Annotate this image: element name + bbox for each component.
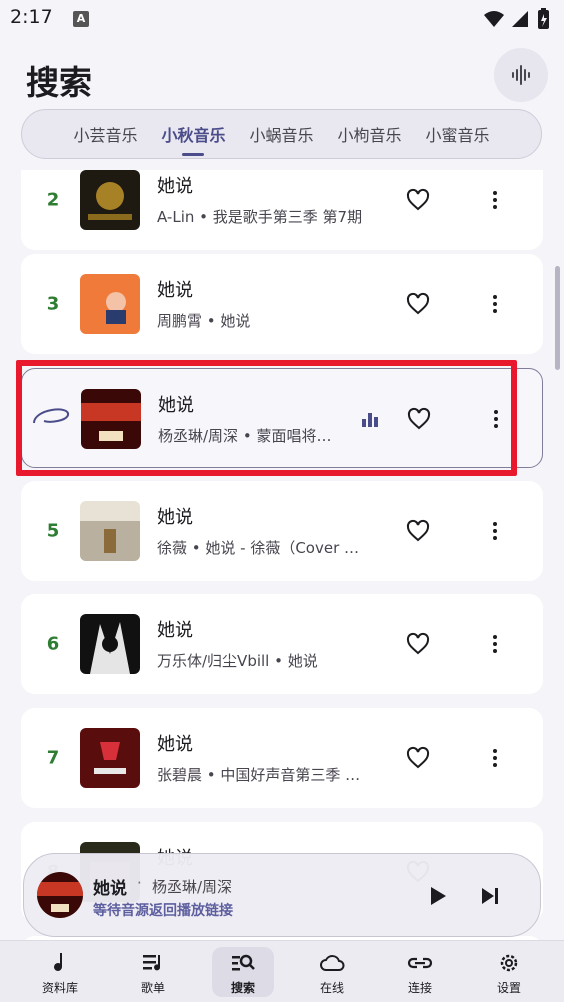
nav-library[interactable]: 资料库 (29, 947, 91, 997)
heart-icon[interactable] (406, 292, 430, 316)
mini-player-separator: · (137, 874, 142, 892)
nav-search[interactable]: 搜索 (212, 947, 274, 997)
song-row-playing[interactable]: 她说 杨丞琳/周深 • 蒙面唱将… (21, 368, 543, 468)
song-cover (80, 501, 140, 561)
song-subtitle: 周鹏霄 • 她说 (157, 312, 251, 330)
more-options-icon[interactable] (483, 292, 507, 316)
nav-label: 歌单 (140, 981, 165, 995)
song-title: 她说 (157, 507, 193, 528)
song-cover (80, 728, 140, 788)
status-icons (484, 8, 549, 29)
more-options-icon[interactable] (483, 746, 507, 770)
heart-icon[interactable] (406, 746, 430, 770)
playlist-icon (143, 955, 161, 971)
tab-xiaomi[interactable]: 小蜜音乐 (426, 118, 490, 150)
song-title: 她说 (157, 176, 193, 197)
more-options-icon[interactable] (483, 632, 507, 656)
nav-label: 设置 (496, 981, 521, 995)
song-cover (80, 274, 140, 334)
heart-icon[interactable] (406, 519, 430, 543)
tab-xiaowo[interactable]: 小蜗音乐 (249, 118, 313, 150)
mini-player[interactable]: 她说 · 杨丞琳/周深 等待音源返回播放链接 (23, 853, 541, 937)
link-icon (407, 957, 433, 969)
song-subtitle: 杨丞琳/周深 • 蒙面唱将… (158, 427, 332, 445)
cloud-icon (320, 955, 345, 971)
song-subtitle: 万乐体/归尘Vbill • 她说 (157, 652, 318, 670)
song-row[interactable]: 3 她说 周鹏霄 • 她说 (21, 254, 543, 354)
music-note-icon (54, 953, 62, 971)
song-index: 2 (46, 189, 60, 211)
song-title: 她说 (157, 620, 193, 641)
heart-icon[interactable] (407, 407, 431, 431)
song-cover (80, 170, 140, 230)
mini-player-status: 等待音源返回播放链接 (93, 903, 233, 919)
nav-connect[interactable]: 连接 (389, 947, 451, 997)
song-subtitle: 张碧晨 • 中国好声音第三季 … (157, 766, 361, 784)
song-index: 5 (46, 520, 60, 542)
scrollbar[interactable] (555, 266, 560, 370)
play-icon[interactable] (424, 883, 450, 909)
status-bar: 2:17 A (0, 0, 564, 40)
song-row[interactable]: 5 她说 徐薇 • 她说 - 徐薇（Cover … (21, 481, 543, 581)
voice-search-button[interactable] (494, 48, 548, 102)
bottom-nav: 资料库 歌单 搜索 在线 连接 设置 (0, 940, 564, 1002)
song-row[interactable]: 6 她说 万乐体/归尘Vbill • 她说 (21, 594, 543, 694)
page-title: 搜索 (26, 63, 92, 102)
song-list: 2 她说 A-Lin • 我是歌手第三季 第7期 3 她说 周鹏霄 • 她说 她… (0, 170, 564, 940)
more-options-icon[interactable] (483, 519, 507, 543)
song-subtitle: A-Lin • 我是歌手第三季 第7期 (157, 208, 363, 226)
song-index: 7 (46, 747, 60, 769)
equalizer-icon (362, 413, 378, 427)
nav-label: 在线 (319, 981, 344, 995)
song-index: 6 (46, 633, 60, 655)
wifi-icon (484, 11, 504, 27)
nav-playlist[interactable]: 歌单 (122, 947, 184, 997)
song-title: 她说 (158, 395, 194, 416)
tab-xiaoyun[interactable]: 小芸音乐 (73, 118, 137, 150)
song-title: 她说 (157, 734, 193, 755)
status-time: 2:17 (10, 6, 53, 28)
gear-icon (500, 954, 518, 972)
song-title: 她说 (157, 280, 193, 301)
heart-icon[interactable] (406, 188, 430, 212)
more-options-icon[interactable] (484, 407, 508, 431)
mini-player-artist: 杨丞琳/周深 (152, 878, 233, 896)
playing-indicator-icon (33, 408, 69, 424)
nav-online[interactable]: 在线 (301, 947, 363, 997)
song-row[interactable]: 7 她说 张碧晨 • 中国好声音第三季 … (21, 708, 543, 808)
song-row[interactable]: 2 她说 A-Lin • 我是歌手第三季 第7期 (21, 170, 543, 250)
mini-player-cover (37, 872, 83, 918)
tab-xiaoqiu[interactable]: 小秋音乐 (161, 118, 225, 156)
song-index: 3 (46, 293, 60, 315)
heart-icon[interactable] (406, 632, 430, 656)
song-cover (80, 614, 140, 674)
more-options-icon[interactable] (483, 188, 507, 212)
nav-label: 连接 (407, 981, 432, 995)
mini-player-title: 她说 (93, 879, 127, 899)
notification-icon: A (73, 11, 89, 27)
voice-wave-icon (512, 65, 530, 85)
tab-xiaogou[interactable]: 小枸音乐 (338, 118, 402, 150)
song-cover (81, 389, 141, 449)
nav-label: 搜索 (230, 981, 255, 995)
search-list-icon (232, 954, 255, 971)
signal-icon (512, 11, 528, 27)
song-subtitle: 徐薇 • 她说 - 徐薇（Cover … (157, 539, 360, 557)
source-tabs: 小芸音乐 小秋音乐 小蜗音乐 小枸音乐 小蜜音乐 (21, 109, 542, 159)
nav-label: 资料库 (41, 981, 78, 995)
nav-settings[interactable]: 设置 (478, 947, 540, 997)
skip-next-icon[interactable] (477, 883, 503, 909)
